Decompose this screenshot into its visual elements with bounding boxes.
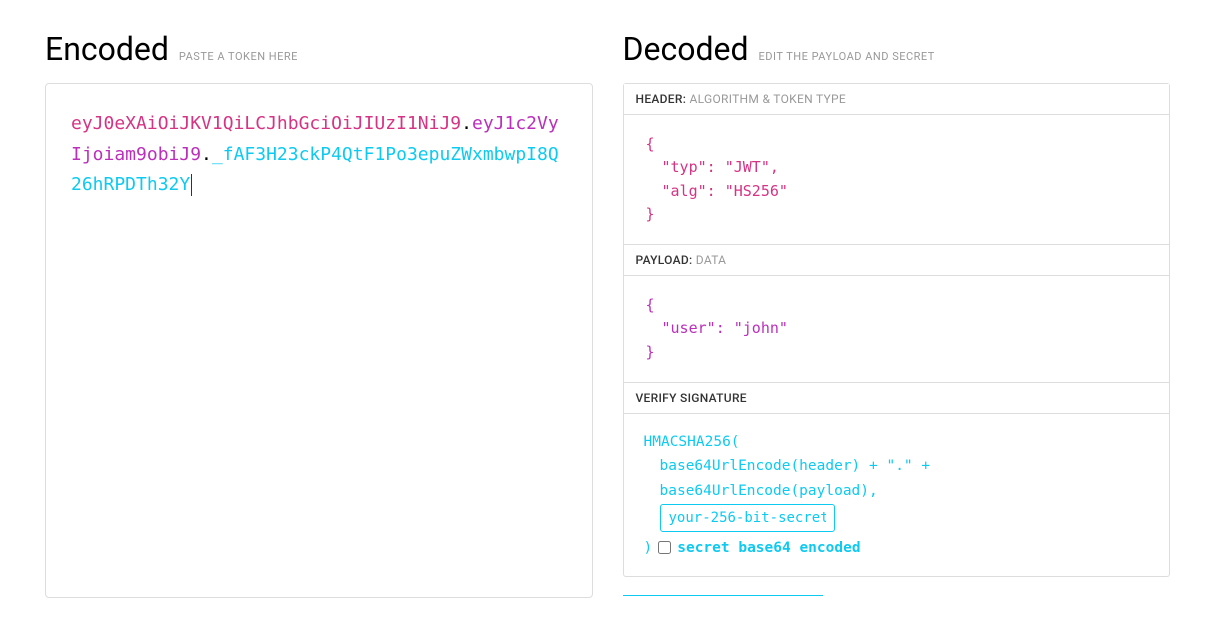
encoded-column: Encoded PASTE A TOKEN HERE eyJ0eXAiOiJKV…: [45, 30, 593, 598]
sig-line-2: base64UrlEncode(header) + "." +: [660, 458, 931, 474]
json-row: "typ": "JWT",: [646, 156, 1148, 179]
token-dot-1: .: [461, 113, 472, 134]
decoded-title: Decoded: [623, 30, 749, 68]
encoded-subtitle: PASTE A TOKEN HERE: [179, 50, 298, 63]
encoded-title-row: Encoded PASTE A TOKEN HERE: [45, 30, 593, 68]
secret-base64-label: secret base64 encoded: [677, 536, 860, 561]
sig-close-paren: ): [644, 536, 653, 561]
signature-panel-title: VERIFY SIGNATURE: [624, 383, 1170, 414]
payload-panel-title: PAYLOAD: DATA: [624, 245, 1170, 276]
decoded-column: Decoded EDIT THE PAYLOAD AND SECRET HEAD…: [623, 30, 1171, 598]
text-cursor: [191, 174, 192, 196]
sig-line-3: base64UrlEncode(payload),: [660, 483, 878, 499]
json-row: "alg": "HS256": [646, 180, 1148, 203]
signature-panel-body: HMACSHA256( base64UrlEncode(header) + ".…: [624, 414, 1170, 577]
header-panel-title: HEADER: ALGORITHM & TOKEN TYPE: [624, 84, 1170, 115]
token-dot-2: .: [201, 144, 212, 165]
decoded-title-row: Decoded EDIT THE PAYLOAD AND SECRET: [623, 30, 1171, 68]
encoded-input[interactable]: eyJ0eXAiOiJKV1QiLCJhbGciOiJIUzI1NiJ9.eyJ…: [45, 83, 593, 598]
signature-panel: VERIFY SIGNATURE HMACSHA256( base64UrlEn…: [623, 383, 1171, 578]
secret-base64-checkbox[interactable]: [658, 541, 671, 554]
decoded-panels: HEADER: ALGORITHM & TOKEN TYPE { "typ": …: [623, 83, 1171, 577]
decoded-subtitle: EDIT THE PAYLOAD AND SECRET: [759, 50, 935, 63]
sig-line-1: HMACSHA256(: [644, 430, 1150, 455]
bottom-divider: [623, 595, 823, 596]
secret-input[interactable]: [660, 504, 835, 532]
header-panel: HEADER: ALGORITHM & TOKEN TYPE { "typ": …: [623, 83, 1171, 245]
encoded-title: Encoded: [45, 30, 169, 68]
payload-panel-body[interactable]: { "user": "john" }: [624, 276, 1170, 382]
header-panel-body[interactable]: { "typ": "JWT","alg": "HS256" }: [624, 115, 1170, 244]
payload-panel: PAYLOAD: DATA { "user": "john" }: [623, 245, 1171, 383]
json-row: "user": "john": [646, 317, 1148, 340]
token-header-segment: eyJ0eXAiOiJKV1QiLCJhbGciOiJIUzI1NiJ9: [71, 113, 461, 134]
